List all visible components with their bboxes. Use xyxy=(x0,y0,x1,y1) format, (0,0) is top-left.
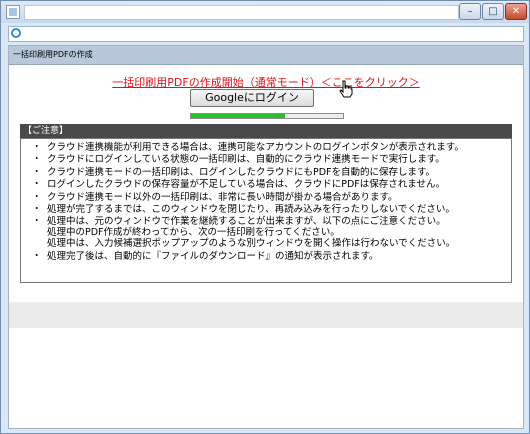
section-title: 一括印刷用PDFの作成 xyxy=(9,46,523,65)
notice-text: クラウド連携機能が利用できる場合は、連携可能なアカウントのログインボタンが表示さ… xyxy=(47,142,464,153)
bullet-icon: ・ xyxy=(32,204,42,216)
browser-window: – □ ✕ 一括印刷用PDFの作成 一括印刷用PDFの作成開始（通常モード）＜こ… xyxy=(0,0,530,434)
close-button[interactable]: ✕ xyxy=(505,3,527,20)
notice-text: クラウド連携モード以外の一括印刷は、非常に長い時間が掛かる場合があります。 xyxy=(47,191,398,203)
notice-item: ・クラウドにログインしている状態の一括印刷は、自動的にクラウド連携モードで実行し… xyxy=(21,155,511,166)
minimize-button[interactable]: – xyxy=(459,3,481,20)
title-field xyxy=(24,5,459,20)
bullet-icon: ・ xyxy=(32,179,42,191)
maximize-button[interactable]: □ xyxy=(482,3,504,20)
notice-item: ・クラウド連携機能が利用できる場合は、連携可能なアカウントのログインボタンが表示… xyxy=(21,142,511,154)
notice-item: ・クラウド連携モードの一括印刷は、ログインしたクラウドにもPDFを自動的に保存し… xyxy=(21,166,511,179)
ie-icon xyxy=(11,28,21,38)
bullet-icon: ・ xyxy=(32,216,42,228)
notice-item: ・処理が完了するまでは、このウィンドウを閉じたり、再読み込みを行ったりしないでく… xyxy=(21,204,511,216)
start-pdf-link[interactable]: 一括印刷用PDFの作成開始（通常モード）＜ここをクリック＞ xyxy=(9,74,523,90)
bottom-band xyxy=(9,302,523,328)
bullet-icon: ・ xyxy=(32,166,42,178)
notice-header: 【ご注意】 xyxy=(20,124,512,138)
notice-text: クラウドにログインしている状態の一括印刷は、自動的にクラウド連携モードで実行しま… xyxy=(47,154,445,166)
notice-text: 処理完了後は、自動的に『ファイルのダウンロード』の通知が表示されます。 xyxy=(47,250,379,262)
hand-cursor-icon xyxy=(339,80,353,98)
notice-list: ・クラウド連携機能が利用できる場合は、連携可能なアカウントのログインボタンが表示… xyxy=(21,139,511,263)
app-icon xyxy=(6,5,20,19)
notice-box: ・クラウド連携機能が利用できる場合は、連携可能なアカウントのログインボタンが表示… xyxy=(20,138,512,283)
bullet-icon: ・ xyxy=(32,154,42,166)
progress-bar xyxy=(190,113,344,119)
bullet-icon: ・ xyxy=(32,250,42,262)
title-bar: – □ ✕ xyxy=(1,1,529,23)
notice-text: クラウド連携モードの一括印刷は、ログインしたクラウドにもPDFを自動的に保存しま… xyxy=(47,166,436,178)
notice-item: ・ログインしたクラウドの保存容量が不足している場合は、クラウドにPDFは保存され… xyxy=(21,179,511,191)
bullet-icon: ・ xyxy=(32,191,42,203)
notice-item: ・処理完了後は、自動的に『ファイルのダウンロード』の通知が表示されます。 xyxy=(21,250,511,263)
notice-item: ・クラウド連携モード以外の一括印刷は、非常に長い時間が掛かる場合があります。 xyxy=(21,191,511,204)
address-bar[interactable] xyxy=(8,26,524,42)
google-login-button[interactable]: Googleにログイン xyxy=(190,89,314,107)
notice-text: 処理中は、入力候補選択ポップアップのような別ウィンドウを開く操作は行わないでくだ… xyxy=(47,238,456,250)
page-content: 一括印刷用PDFの作成 一括印刷用PDFの作成開始（通常モード）＜ここをクリック… xyxy=(8,45,524,429)
notice-text: ログインしたクラウドの保存容量が不足している場合は、クラウドにPDFは保存されま… xyxy=(47,179,445,191)
notice-item: ・処理中は、元のウィンドウで作業を継続することが出来ますが、以下の点にご注意くだ… xyxy=(21,217,511,250)
bullet-icon: ・ xyxy=(32,142,42,153)
progress-fill xyxy=(191,114,286,118)
notice-text: 処理が完了するまでは、このウィンドウを閉じたり、再読み込みを行ったりしないでくだ… xyxy=(47,204,455,216)
